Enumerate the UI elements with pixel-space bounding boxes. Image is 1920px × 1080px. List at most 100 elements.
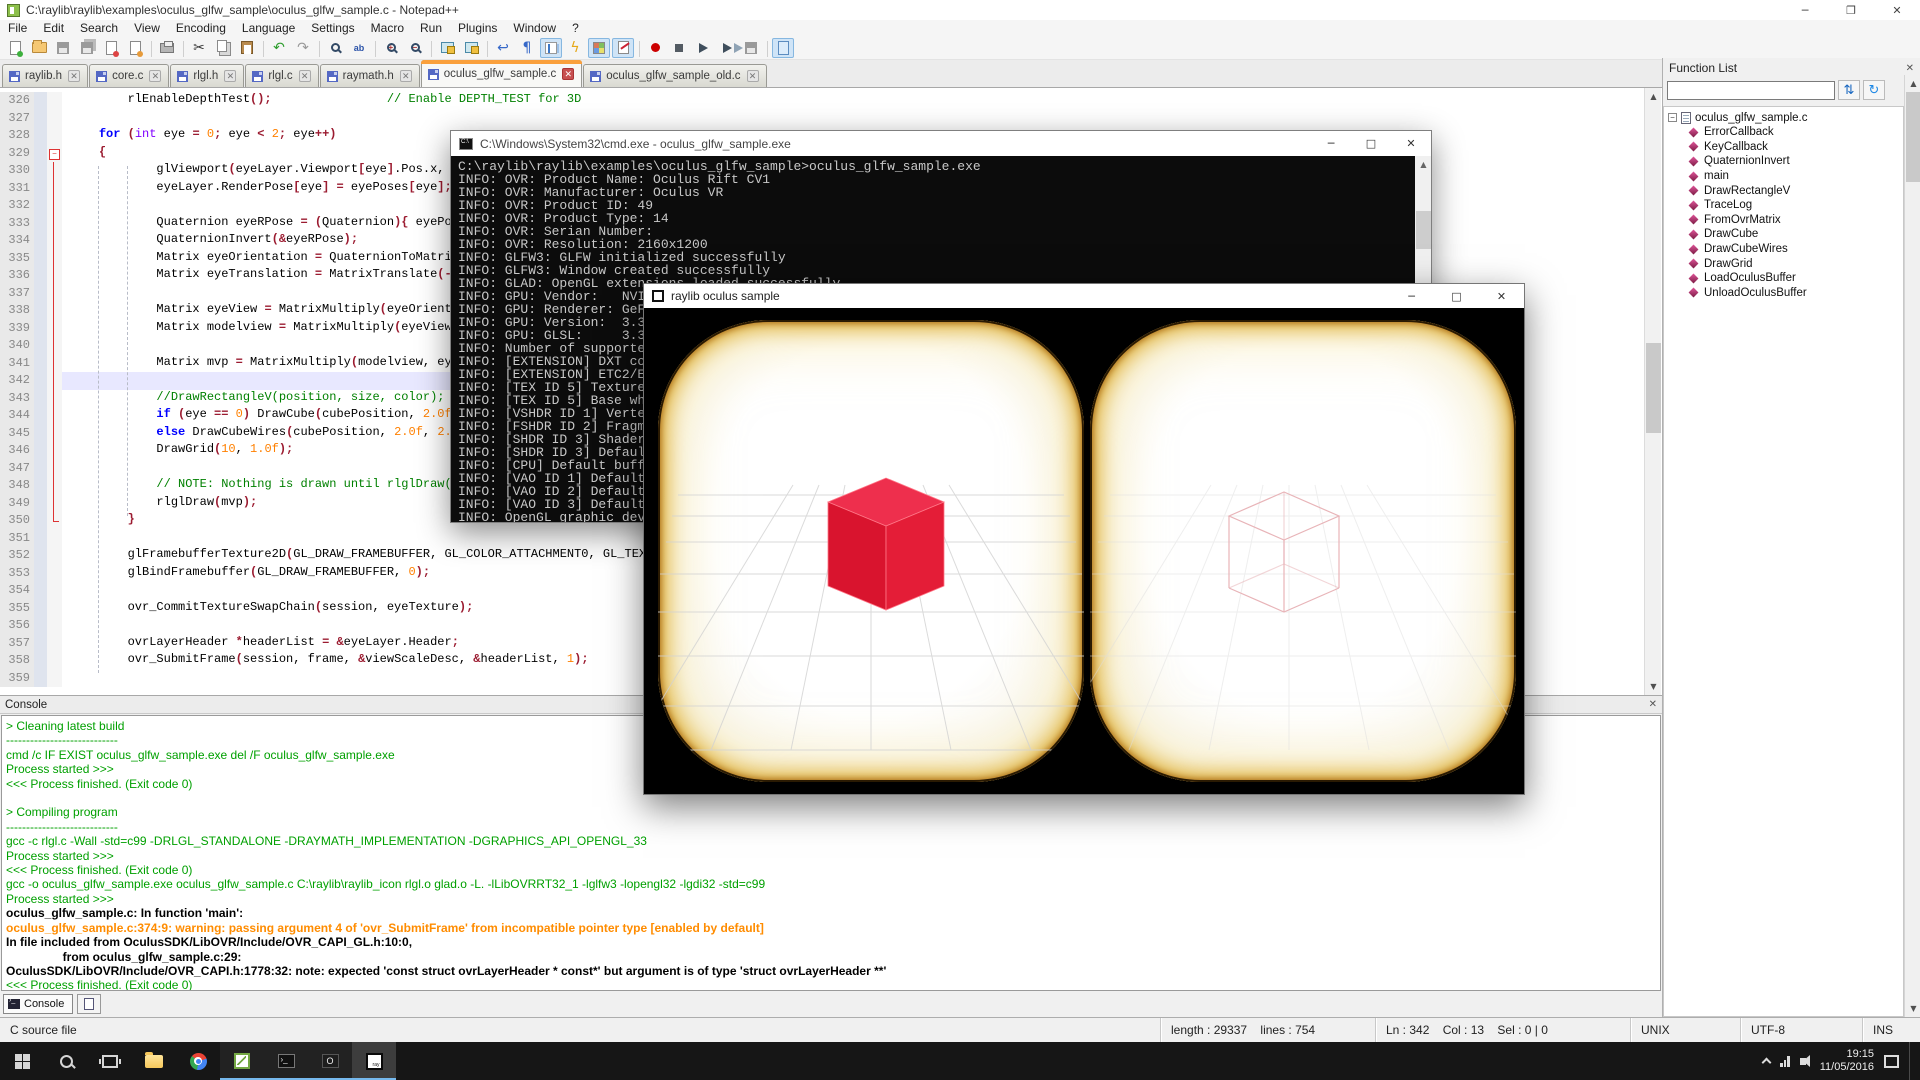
bookmark-margin[interactable] [34, 145, 47, 163]
function-item-DrawCube[interactable]: DrawCube [1668, 227, 1903, 242]
oculus-app-button[interactable]: O [308, 1042, 352, 1080]
tab-close-icon[interactable]: ✕ [149, 70, 161, 82]
bookmark-margin[interactable] [34, 232, 47, 250]
zoom-in-icon[interactable]: + [380, 38, 402, 58]
fold-margin[interactable] [47, 495, 62, 513]
replace-icon[interactable]: ab [348, 38, 370, 58]
bookmark-margin[interactable] [34, 407, 47, 425]
minimize-icon[interactable]: ─ [1782, 0, 1828, 20]
function-list-icon[interactable] [612, 38, 634, 58]
scroll-down-icon[interactable]: ▼ [1645, 678, 1662, 695]
show-symbols-icon[interactable]: ¶ [516, 38, 538, 58]
function-item-ErrorCallback[interactable]: ErrorCallback [1668, 125, 1903, 140]
fold-margin[interactable] [47, 162, 62, 180]
collapse-icon[interactable]: − [1668, 113, 1677, 122]
fold-margin[interactable] [47, 617, 62, 635]
bookmark-margin[interactable] [34, 320, 47, 338]
bookmark-margin[interactable] [34, 180, 47, 198]
fold-margin[interactable] [47, 547, 62, 565]
bookmark-margin[interactable] [34, 477, 47, 495]
redo-icon[interactable]: ↷ [292, 38, 314, 58]
fold-margin[interactable] [47, 110, 62, 128]
function-item-DrawGrid[interactable]: DrawGrid [1668, 256, 1903, 271]
function-list-close-icon[interactable]: ✕ [1906, 63, 1914, 74]
action-center-icon[interactable] [1884, 1055, 1899, 1068]
bookmark-margin[interactable] [34, 442, 47, 460]
bookmark-margin[interactable] [34, 285, 47, 303]
tab-close-icon[interactable]: ✕ [224, 70, 236, 82]
macro-play-icon[interactable] [692, 38, 714, 58]
bookmark-margin[interactable] [34, 267, 47, 285]
tab-rlgl.h[interactable]: rlgl.h✕ [170, 64, 244, 87]
function-item-FromOvrMatrix[interactable]: FromOvrMatrix [1668, 213, 1903, 228]
tab-close-icon[interactable]: ✕ [562, 68, 574, 80]
tab-raylib.h[interactable]: raylib.h✕ [2, 64, 88, 87]
fold-margin[interactable] [47, 302, 62, 320]
tab-close-icon[interactable]: ✕ [68, 70, 80, 82]
fold-margin[interactable] [47, 425, 62, 443]
new-file-icon[interactable] [4, 38, 26, 58]
bookmark-margin[interactable] [34, 495, 47, 513]
status-insert-mode[interactable]: INS [1862, 1018, 1920, 1042]
bookmark-margin[interactable] [34, 390, 47, 408]
fold-margin[interactable] [47, 582, 62, 600]
task-view-button[interactable] [88, 1042, 132, 1080]
fold-margin[interactable] [47, 460, 62, 478]
menu-item-edit[interactable]: Edit [35, 20, 72, 36]
tab-rlgl.c[interactable]: rlgl.c✕ [245, 64, 318, 87]
fold-margin[interactable] [47, 407, 62, 425]
bookmark-margin[interactable] [34, 302, 47, 320]
status-encoding[interactable]: UTF-8 [1740, 1018, 1862, 1042]
bookmark-margin[interactable] [34, 652, 47, 670]
bookmark-margin[interactable] [34, 600, 47, 618]
function-list-scrollbar[interactable]: ▲ ▼ [1904, 75, 1920, 1017]
tray-expand-icon[interactable] [1762, 1058, 1772, 1068]
fold-margin[interactable] [47, 390, 62, 408]
maximize-icon[interactable]: □ [1351, 131, 1391, 156]
function-search-input[interactable] [1667, 81, 1835, 100]
scroll-up-icon[interactable]: ▲ [1905, 75, 1920, 92]
bookmark-margin[interactable] [34, 215, 47, 233]
maximize-icon[interactable]: □ [1434, 284, 1479, 308]
sync-v-icon[interactable] [436, 38, 458, 58]
macro-record-icon[interactable] [644, 38, 666, 58]
tab-close-icon[interactable]: ✕ [299, 70, 311, 82]
doc-switcher-icon[interactable] [772, 38, 794, 58]
show-desktop-button[interactable] [1909, 1042, 1914, 1080]
function-item-UnloadOculusBuffer[interactable]: UnloadOculusBuffer [1668, 286, 1903, 301]
bookmark-margin[interactable] [34, 635, 47, 653]
fold-margin[interactable] [47, 92, 62, 110]
indent-guide-icon[interactable] [540, 38, 562, 58]
fold-margin[interactable] [47, 670, 62, 688]
close-icon[interactable]: ✕ [1391, 131, 1431, 156]
macro-save-icon[interactable] [740, 38, 762, 58]
function-item-LoadOculusBuffer[interactable]: LoadOculusBuffer [1668, 271, 1903, 286]
cmd-title-bar[interactable]: C:\Windows\System32\cmd.exe - oculus_glf… [451, 131, 1431, 156]
fold-margin[interactable] [47, 215, 62, 233]
function-item-DrawRectangleV[interactable]: DrawRectangleV [1668, 183, 1903, 198]
function-item-KeyCallback[interactable]: KeyCallback [1668, 140, 1903, 155]
minimize-icon[interactable]: ─ [1389, 284, 1434, 308]
menu-item-file[interactable]: File [0, 20, 35, 36]
fold-margin[interactable] [47, 477, 62, 495]
zoom-out-icon[interactable]: − [404, 38, 426, 58]
function-item-DrawCubeWires[interactable]: DrawCubeWires [1668, 242, 1903, 257]
bookmark-margin[interactable] [34, 337, 47, 355]
fold-margin[interactable] [47, 530, 62, 548]
close-icon[interactable]: ✕ [1874, 0, 1920, 20]
console-tab[interactable]: Console [3, 994, 73, 1014]
bookmark-margin[interactable] [34, 670, 47, 688]
fold-margin[interactable] [47, 635, 62, 653]
bookmark-margin[interactable] [34, 110, 47, 128]
sort-icon[interactable]: ⇅ [1838, 80, 1860, 100]
bookmark-margin[interactable] [34, 460, 47, 478]
tab-close-icon[interactable]: ✕ [400, 70, 412, 82]
menu-item-help[interactable]: ? [564, 20, 587, 36]
bookmark-margin[interactable] [34, 162, 47, 180]
bookmark-margin[interactable] [34, 92, 47, 110]
fold-margin[interactable] [47, 337, 62, 355]
close-doc-icon[interactable] [100, 38, 122, 58]
fold-margin[interactable] [47, 127, 62, 145]
close-icon[interactable]: ✕ [1479, 284, 1524, 308]
bookmark-margin[interactable] [34, 127, 47, 145]
